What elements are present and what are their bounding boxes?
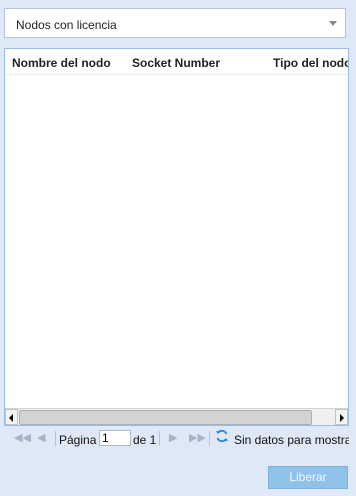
paging-toolbar: ◀◀ ◀ Página de 1 ▶ ▶▶ Sin datos para mos…	[4, 426, 349, 452]
scroll-right-button[interactable]	[335, 409, 348, 425]
column-header-node-type[interactable]: Tipo del nodo	[273, 56, 348, 70]
next-page-icon[interactable]: ▶	[169, 433, 177, 444]
release-button[interactable]: Liberar	[268, 466, 348, 489]
page-count-label: de 1	[133, 433, 157, 447]
paging-status-text: Sin datos para mostrar	[234, 433, 349, 447]
page-label: Página	[59, 433, 97, 447]
previous-page-icon[interactable]: ◀	[37, 433, 45, 444]
arrow-left-icon	[9, 414, 13, 422]
horizontal-scrollbar[interactable]	[5, 408, 348, 425]
separator	[209, 431, 210, 446]
grid-header: Nombre del nodo Socket Number Tipo del n…	[5, 49, 348, 75]
license-filter-combo[interactable]: Nodos con licencia	[4, 8, 346, 38]
column-header-socket-number[interactable]: Socket Number	[132, 56, 220, 70]
arrow-right-icon	[340, 414, 344, 422]
last-page-icon[interactable]: ▶▶	[189, 433, 206, 444]
license-filter-value: Nodos con licencia	[16, 18, 117, 32]
refresh-icon[interactable]	[215, 429, 229, 443]
separator	[55, 431, 56, 446]
nodes-grid: Nombre del nodo Socket Number Tipo del n…	[4, 48, 349, 426]
page-number-input[interactable]	[99, 430, 131, 446]
scroll-left-button[interactable]	[5, 409, 18, 425]
separator	[159, 431, 160, 446]
first-page-icon[interactable]: ◀◀	[14, 433, 31, 444]
column-header-node-name[interactable]: Nombre del nodo	[12, 56, 111, 70]
chevron-down-icon[interactable]	[329, 21, 337, 26]
scroll-thumb[interactable]	[19, 410, 312, 425]
